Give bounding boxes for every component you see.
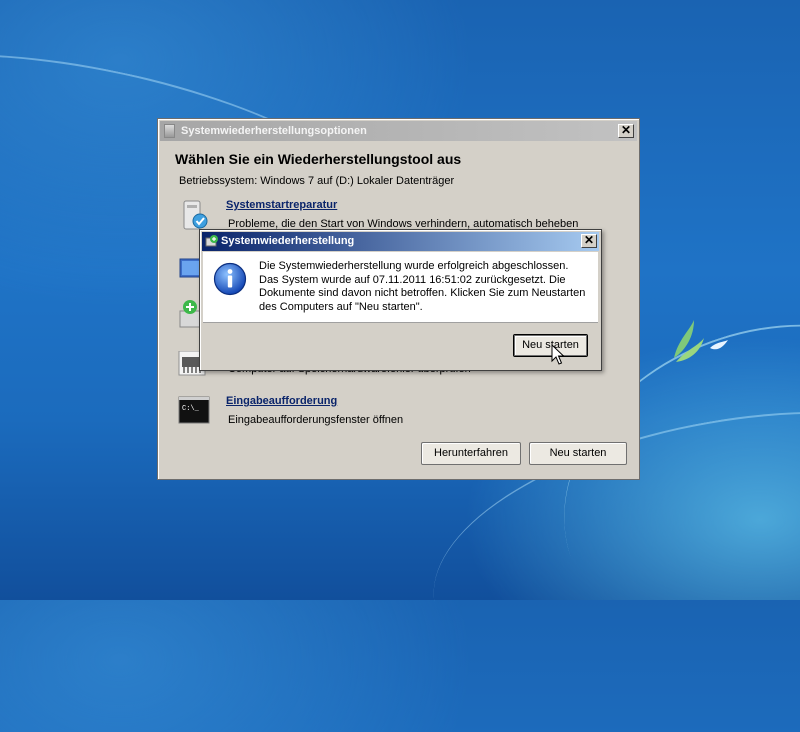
restart-button[interactable]: Neu starten <box>529 442 627 465</box>
main-close-button[interactable]: ✕ <box>618 124 634 138</box>
tool-desc-command-prompt: Eingabeaufforderungsfenster öffnen <box>228 414 404 426</box>
shutdown-button[interactable]: Herunterfahren <box>421 442 521 465</box>
dialog-title: Systemwiederherstellung <box>221 235 355 247</box>
tool-command-prompt: C:\_ Eingabeaufforderung Eingabeaufforde… <box>178 395 618 435</box>
dialog-close-button[interactable]: ✕ <box>581 234 597 248</box>
page-title: Wählen Sie ein Wiederherstellungstool au… <box>175 151 462 167</box>
tool-link-startup-repair[interactable]: Systemstartreparatur <box>226 199 337 211</box>
svg-text:C:\_: C:\_ <box>182 405 200 413</box>
main-titlebar: Systemwiederherstellungsoptionen ✕ <box>160 121 637 141</box>
mouse-cursor-icon <box>551 344 565 365</box>
os-info: Betriebssystem: Windows 7 auf (D:) Lokal… <box>179 175 455 187</box>
tool-link-command-prompt[interactable]: Eingabeaufforderung <box>226 395 337 407</box>
system-restore-title-icon <box>205 235 218 247</box>
dialog-message-area: Die Systemwiederherstellung wurde erfolg… <box>203 252 598 323</box>
startup-repair-icon <box>183 200 208 230</box>
window-app-icon <box>164 124 175 138</box>
command-prompt-icon: C:\_ <box>178 396 210 424</box>
main-window-title: Systemwiederherstellungsoptionen <box>181 125 367 137</box>
info-icon <box>213 262 247 296</box>
dialog-titlebar: Systemwiederherstellung ✕ <box>202 232 599 251</box>
dialog-message: Die Systemwiederherstellung wurde erfolg… <box>259 260 586 313</box>
system-restore-dialog: Systemwiederherstellung ✕ Die Systemwied… <box>199 229 602 371</box>
windows-fish-logo-icon <box>674 320 728 362</box>
